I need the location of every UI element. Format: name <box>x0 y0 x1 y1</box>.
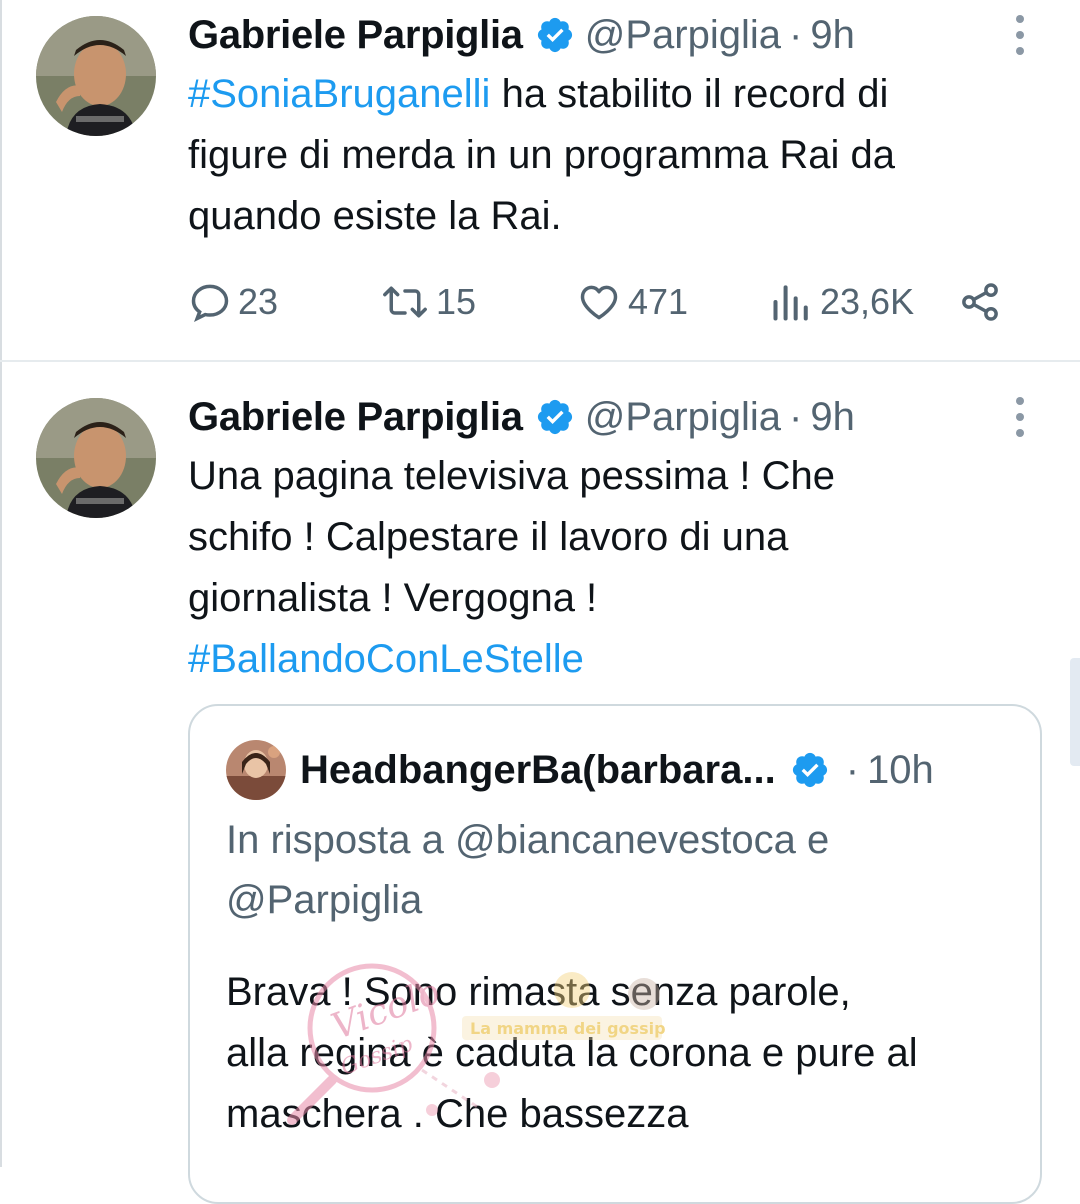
tweet-text-line: giornalista ! Vergogna ! <box>188 576 598 620</box>
verified-badge-icon <box>535 397 575 437</box>
tweet-text-line: figure di merda in un programma Rai da <box>188 133 896 177</box>
quoted-tweet-text: Brava ! Sono rimasta senza parole, alla … <box>226 962 1016 1145</box>
hashtag-link[interactable]: #SoniaBruganelli <box>188 72 490 116</box>
quoted-avatar-photo <box>226 740 286 800</box>
handle[interactable]: @Parpiglia <box>585 13 781 58</box>
quoted-text-line: maschera . Che bassezza <box>226 1092 689 1136</box>
separator-dot: · <box>789 12 803 57</box>
verified-badge-icon <box>790 750 830 790</box>
repost-button[interactable]: 15 <box>380 270 476 334</box>
reply-context: In risposta a @biancanevestoca e @Parpig… <box>226 810 1006 930</box>
separator-dot: · <box>789 394 803 439</box>
quoted-avatar[interactable] <box>226 740 286 800</box>
display-name[interactable]: Gabriele Parpiglia <box>188 395 523 440</box>
verified-badge-icon <box>535 15 575 55</box>
separator-dot: · <box>845 747 860 792</box>
tweet-text-segment: ha stabilito il record di <box>490 72 889 116</box>
quoted-tweet-header: HeadbangerBa(barbara... · 10h <box>300 746 934 794</box>
reply-context-line: @Parpiglia <box>226 878 423 922</box>
more-options-icon[interactable] <box>1010 394 1030 440</box>
heart-icon <box>580 285 618 320</box>
quoted-tweet-card[interactable]: HeadbangerBa(barbara... · 10h In rispost… <box>188 704 1042 1204</box>
tweet-text-line: #SoniaBruganelli ha stabilito il record … <box>188 64 1038 125</box>
like-count: 471 <box>628 281 689 322</box>
share-icon <box>962 283 998 321</box>
tweet[interactable]: Gabriele Parpiglia @Parpiglia · 9h #Soni… <box>0 0 1080 360</box>
reply-count: 23 <box>238 281 279 322</box>
tweet-text: Una pagina televisiva pessima ! Che schi… <box>188 446 1038 690</box>
reply-icon <box>191 284 229 322</box>
views-button[interactable]: 23,6K <box>770 270 914 334</box>
like-button[interactable]: 471 <box>576 270 688 334</box>
handle[interactable]: @Parpiglia <box>585 395 781 440</box>
reply-button[interactable]: 23 <box>188 270 278 334</box>
tweet-text-line: quando esiste la Rai. <box>188 194 562 238</box>
timestamp[interactable]: 9h <box>810 13 855 58</box>
quoted-text-line: alla regina è caduta la corona e pure al <box>226 1031 918 1075</box>
views-chart-icon <box>773 285 808 321</box>
quoted-timestamp[interactable]: 10h <box>867 748 934 793</box>
quoted-display-name[interactable]: HeadbangerBa(barbara... <box>300 748 776 793</box>
share-button[interactable] <box>958 270 1002 334</box>
tweet-text-line: Una pagina televisiva pessima ! Che <box>188 454 836 498</box>
tweet-header: Gabriele Parpiglia @Parpiglia · 9h <box>188 394 855 440</box>
more-options-icon[interactable] <box>1010 12 1030 58</box>
avatar[interactable] <box>36 398 156 518</box>
tweet-header: Gabriele Parpiglia @Parpiglia · 9h <box>188 12 855 58</box>
display-name[interactable]: Gabriele Parpiglia <box>188 13 523 58</box>
tweet-text-line: schifo ! Calpestare il lavoro di una <box>188 515 789 559</box>
quoted-text-line: Brava ! Sono rimasta senza parole, <box>226 970 851 1014</box>
action-bar: 23 15 471 23,6K <box>188 270 1018 334</box>
views-count: 23,6K <box>820 281 915 322</box>
tweet[interactable]: Gabriele Parpiglia @Parpiglia · 9h Una p… <box>0 362 1080 1204</box>
repost-count: 15 <box>436 281 477 322</box>
hashtag-link[interactable]: #BallandoConLeStelle <box>188 629 1038 690</box>
repost-icon <box>383 286 427 318</box>
avatar-photo <box>36 16 156 136</box>
avatar-photo <box>36 398 156 518</box>
reply-context-line: In risposta a @biancanevestoca e <box>226 818 830 862</box>
avatar[interactable] <box>36 16 156 136</box>
timestamp[interactable]: 9h <box>810 395 855 440</box>
tweet-text: #SoniaBruganelli ha stabilito il record … <box>188 64 1038 247</box>
